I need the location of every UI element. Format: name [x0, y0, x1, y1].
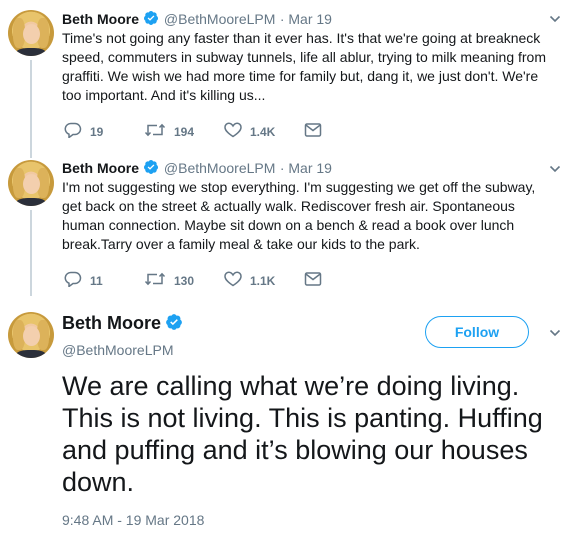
- verified-badge-icon: [143, 10, 159, 31]
- author-name[interactable]: Beth Moore: [62, 160, 139, 176]
- reply-icon: [64, 271, 90, 290]
- verified-badge-icon: [143, 159, 159, 180]
- like-button[interactable]: 1.1K: [224, 271, 275, 290]
- author-name[interactable]: Beth Moore: [62, 313, 161, 333]
- direct-message-button[interactable]: [304, 122, 330, 141]
- like-icon: [224, 271, 250, 290]
- chevron-down-icon[interactable]: [549, 12, 561, 30]
- like-icon: [224, 122, 250, 141]
- tweet-text: I'm not suggesting we stop everything. I…: [62, 179, 536, 252]
- avatar[interactable]: [8, 160, 54, 206]
- retweet-count: 130: [174, 273, 195, 288]
- like-count: 1.4K: [250, 124, 276, 139]
- direct-message-icon: [304, 122, 330, 141]
- direct-message-icon: [304, 271, 330, 290]
- thread-connector: [30, 210, 32, 296]
- tweet-timestamp[interactable]: 9:48 AM - 19 Mar 2018: [62, 512, 204, 528]
- direct-message-button[interactable]: [304, 271, 330, 290]
- reply-icon: [64, 122, 90, 141]
- reply-count: 19: [90, 124, 104, 139]
- tweet-date[interactable]: · Mar 19: [280, 160, 332, 176]
- follow-button[interactable]: Follow: [425, 316, 529, 348]
- tweet-text: Time's not going any faster than it ever…: [62, 30, 546, 103]
- main-tweet-text: We are calling what we’re doing living. …: [62, 371, 543, 497]
- author-handle[interactable]: @BethMooreLPM: [62, 342, 183, 358]
- retweet-icon: [144, 271, 174, 290]
- chevron-down-icon[interactable]: [549, 162, 561, 180]
- chevron-down-icon[interactable]: [549, 326, 561, 344]
- author-handle[interactable]: @BethMooreLPM: [164, 11, 275, 27]
- retweet-icon: [144, 122, 174, 141]
- verified-badge-icon: [165, 313, 183, 336]
- reply-count: 11: [90, 273, 103, 288]
- tweet-header: Beth Moore @BethMooreLPM · Mar 19: [62, 10, 332, 31]
- author-handle[interactable]: @BethMooreLPM: [164, 160, 275, 176]
- reply-button[interactable]: 19: [64, 122, 103, 141]
- like-count: 1.1K: [250, 273, 276, 288]
- reply-button[interactable]: 11: [64, 271, 103, 290]
- thread-connector: [30, 60, 32, 158]
- avatar[interactable]: [8, 312, 54, 358]
- retweet-button[interactable]: 194: [144, 122, 194, 141]
- tweet-date[interactable]: · Mar 19: [280, 11, 332, 27]
- like-button[interactable]: 1.4K: [224, 122, 275, 141]
- main-author: Beth Moore @BethMooreLPM: [62, 313, 183, 358]
- author-name[interactable]: Beth Moore: [62, 11, 139, 27]
- avatar[interactable]: [8, 10, 54, 56]
- tweet-header: Beth Moore @BethMooreLPM · Mar 19: [62, 159, 332, 180]
- retweet-button[interactable]: 130: [144, 271, 194, 290]
- retweet-count: 194: [174, 124, 195, 139]
